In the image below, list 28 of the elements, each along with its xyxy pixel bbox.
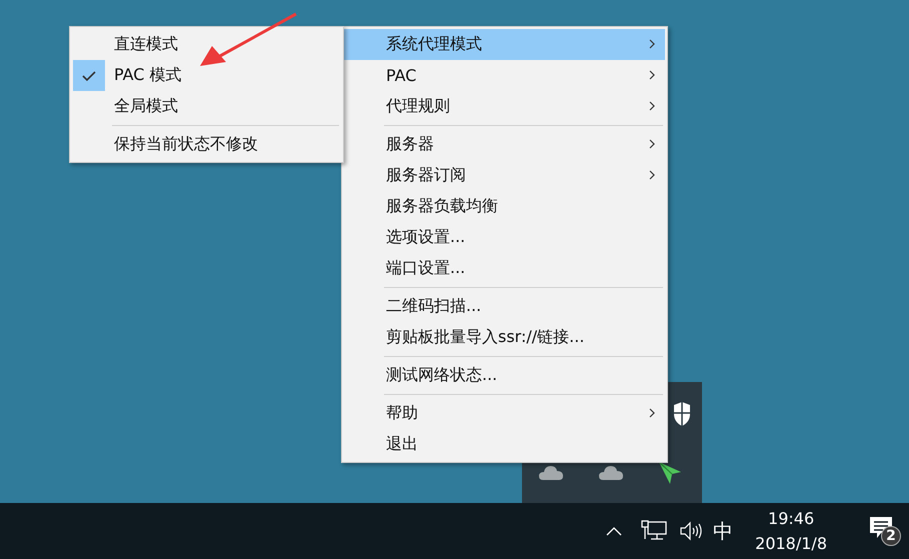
network-icon[interactable]: [641, 520, 668, 542]
menu-item[interactable]: PAC 模式: [72, 60, 341, 91]
time-text: 19:46: [768, 508, 814, 530]
menu-item[interactable]: 直连模式: [72, 29, 341, 60]
caret-up-icon[interactable]: [606, 526, 622, 536]
notification-badge: 2: [881, 526, 901, 546]
menu-item[interactable]: 服务器订阅: [344, 160, 665, 191]
menu-item[interactable]: 端口设置...: [344, 253, 665, 284]
clock[interactable]: 19:46 2018/1/8: [755, 506, 827, 556]
input-method-indicator[interactable]: 中: [713, 518, 734, 544]
cloud-icon[interactable]: [539, 464, 563, 480]
menu-item[interactable]: 服务器负载均衡: [344, 191, 665, 222]
menu-item[interactable]: 退出: [344, 429, 665, 460]
menu-item[interactable]: 测试网络状态...: [344, 360, 665, 391]
date-text: 2018/1/8: [755, 533, 827, 555]
menu-item[interactable]: 保持当前状态不修改: [72, 129, 341, 160]
menu-item[interactable]: 剪贴板批量导入ssr://链接...: [344, 322, 665, 353]
menu-item[interactable]: 代理规则: [344, 91, 665, 122]
menu-item[interactable]: 二维码扫描...: [344, 291, 665, 322]
menu-item[interactable]: 系统代理模式: [344, 29, 665, 60]
speaker-icon[interactable]: [679, 521, 704, 541]
menu-item[interactable]: 帮助: [344, 398, 665, 429]
menu-item[interactable]: 服务器: [344, 129, 665, 160]
cloud-icon[interactable]: [599, 464, 623, 480]
shield-icon[interactable]: [672, 402, 692, 426]
menu-item[interactable]: PAC: [344, 60, 665, 91]
menu-item[interactable]: 选项设置...: [344, 222, 665, 253]
menu-item[interactable]: 全局模式: [72, 91, 341, 122]
